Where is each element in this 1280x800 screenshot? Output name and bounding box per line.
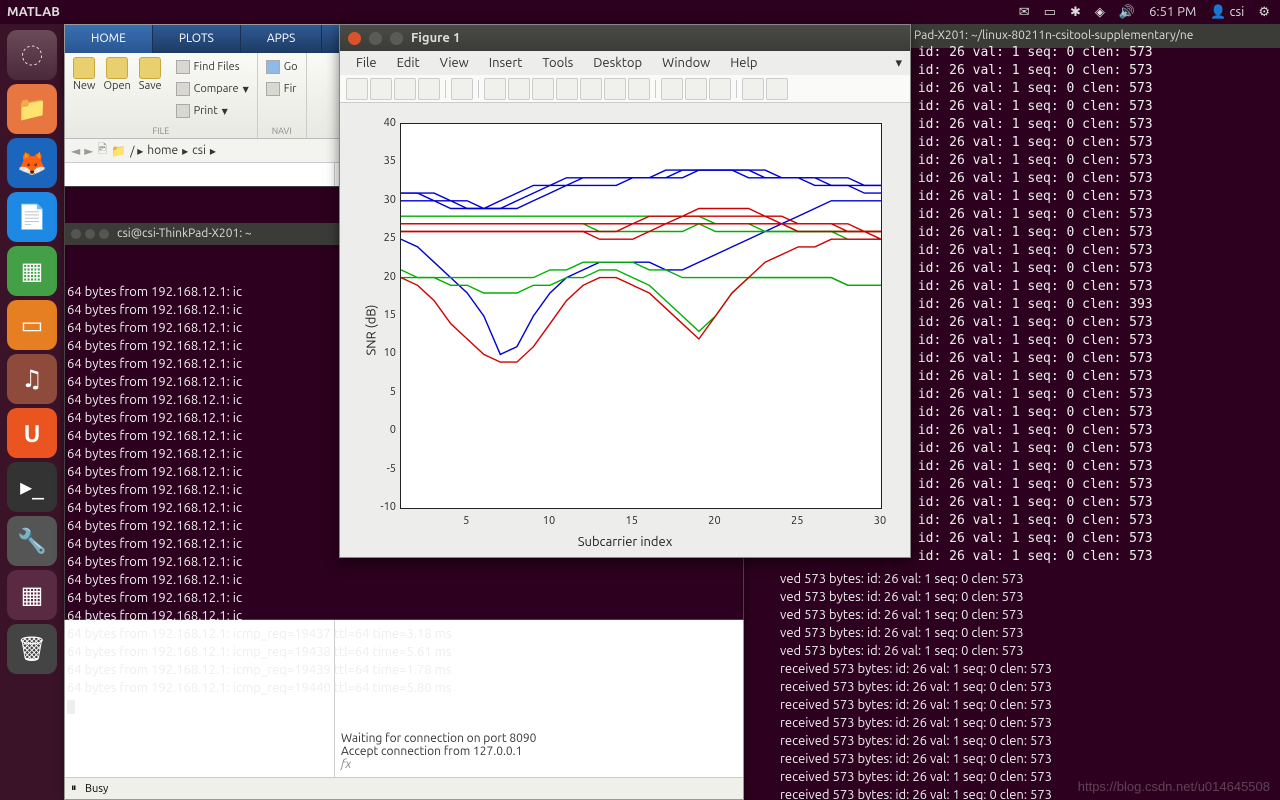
indicator-area: ✉ ▭ ✱ ◈ 🔊 6:51 PM 👤 csi ⚙: [1019, 5, 1280, 20]
path-csi[interactable]: csi: [192, 144, 206, 157]
busy-icon: ⏸: [71, 782, 85, 795]
terminal-title: csi@csi-ThinkPad-X201: ~: [117, 225, 252, 243]
menu-help[interactable]: Help: [722, 54, 765, 72]
path-sep: / ▸: [130, 144, 143, 158]
figure-window: Figure 1 File Edit View Insert Tools Des…: [339, 24, 911, 558]
mail-icon[interactable]: ✉: [1019, 5, 1030, 20]
network-icon[interactable]: ◈: [1095, 5, 1105, 20]
save-button[interactable]: Save: [139, 57, 162, 121]
menu-desktop[interactable]: Desktop: [585, 54, 650, 72]
close-icon[interactable]: [348, 32, 361, 45]
dash-icon[interactable]: ◌: [7, 30, 57, 80]
minimize-icon[interactable]: [369, 32, 382, 45]
tool-legend-icon[interactable]: [685, 78, 707, 100]
tool-pointer-icon[interactable]: [451, 78, 473, 100]
menu-window[interactable]: Window: [654, 54, 718, 72]
tool-link-icon[interactable]: [628, 78, 650, 100]
trash-icon[interactable]: 🗑: [7, 624, 57, 674]
clock[interactable]: 6:51 PM: [1149, 5, 1196, 19]
close-icon[interactable]: [71, 229, 81, 239]
figure-toolbar: [340, 75, 910, 103]
music-icon[interactable]: ♫: [7, 354, 57, 404]
tool-colorbar-icon[interactable]: [661, 78, 683, 100]
tool-zoomin-icon[interactable]: [484, 78, 506, 100]
unity-launcher: ◌ 📁 🦊 📄 ▦ ▭ ♫ U ▸_ ▲ 🔧 ▦ 🗑: [0, 24, 64, 800]
find-button[interactable]: Fir: [266, 79, 298, 99]
tool-open-icon[interactable]: [370, 78, 392, 100]
minimize-icon[interactable]: [85, 229, 95, 239]
calc-icon[interactable]: ▦: [7, 246, 57, 296]
terminal-icon[interactable]: ▸_: [7, 462, 57, 512]
tab-plots[interactable]: PLOTS: [153, 25, 241, 53]
bluetooth-icon[interactable]: ✱: [1070, 5, 1081, 20]
go-button[interactable]: Go: [266, 57, 298, 77]
sound-icon[interactable]: 🔊: [1119, 5, 1135, 20]
x-axis-label: Subcarrier index: [578, 535, 673, 549]
nav-forward-icon[interactable]: ►: [84, 144, 93, 158]
print-button[interactable]: Print▼: [176, 101, 249, 121]
menu-view[interactable]: View: [432, 54, 477, 72]
ubuntu-top-panel: MATLAB ✉ ▭ ✱ ◈ 🔊 6:51 PM 👤 csi ⚙: [0, 0, 1280, 24]
tool-zoomout-icon[interactable]: [508, 78, 530, 100]
menu-insert[interactable]: Insert: [481, 54, 531, 72]
plot-area: SNR (dB) Subcarrier index -10-5051015202…: [340, 103, 910, 557]
nav-up-icon[interactable]: 🖻: [97, 140, 107, 161]
compare-button[interactable]: Compare▼: [176, 79, 249, 99]
fx-prompt: fx: [341, 758, 737, 771]
menu-overflow-icon[interactable]: ▾: [895, 56, 902, 71]
path-home[interactable]: home: [147, 144, 178, 157]
maximize-icon[interactable]: [390, 32, 403, 45]
folder-icon: 📁: [111, 144, 126, 158]
battery-icon[interactable]: ▭: [1044, 5, 1056, 20]
figure-titlebar[interactable]: Figure 1: [340, 25, 910, 51]
new-button[interactable]: New: [73, 57, 95, 121]
maximize-icon[interactable]: [99, 229, 109, 239]
group-label-file: FILE: [73, 126, 249, 138]
firefox-icon[interactable]: 🦊: [7, 138, 57, 188]
files-icon[interactable]: 📁: [7, 84, 57, 134]
tab-home[interactable]: HOME: [65, 25, 153, 53]
menu-edit[interactable]: Edit: [389, 54, 428, 72]
plot-lines: [401, 124, 881, 508]
writer-icon[interactable]: 📄: [7, 192, 57, 242]
ribbon-group-navigate: Go Fir NAVI: [258, 53, 307, 138]
axes[interactable]: [400, 123, 882, 509]
status-text: Busy: [85, 783, 108, 795]
tool-brush-icon[interactable]: [604, 78, 626, 100]
tool-hide-icon[interactable]: [742, 78, 764, 100]
workspace-switcher-icon[interactable]: ▦: [7, 570, 57, 620]
tool-plottools-icon[interactable]: [709, 78, 731, 100]
watermark: https://blog.csdn.net/u014645508: [1078, 779, 1270, 794]
nav-back-icon[interactable]: ◄: [71, 144, 80, 158]
figure-menubar: File Edit View Insert Tools Desktop Wind…: [340, 51, 910, 75]
tool-show-icon[interactable]: [766, 78, 788, 100]
status-bar: ⏸ Busy: [65, 777, 743, 799]
app-title: MATLAB: [0, 5, 60, 19]
tool-rotate-icon[interactable]: [556, 78, 578, 100]
settings-icon[interactable]: 🔧: [7, 516, 57, 566]
ubuntu-software-icon[interactable]: U: [7, 408, 57, 458]
figure-title: Figure 1: [411, 31, 460, 45]
tool-datatip-icon[interactable]: [580, 78, 602, 100]
gear-icon[interactable]: ⚙: [1258, 5, 1270, 20]
tab-apps[interactable]: APPS: [241, 25, 322, 53]
open-button[interactable]: Open: [103, 57, 130, 121]
menu-tools[interactable]: Tools: [534, 54, 581, 72]
group-label-nav: NAVI: [266, 126, 298, 138]
tool-save-icon[interactable]: [394, 78, 416, 100]
menu-file[interactable]: File: [348, 54, 385, 72]
user-menu[interactable]: 👤 csi: [1210, 5, 1244, 20]
tool-new-icon[interactable]: [346, 78, 368, 100]
impress-icon[interactable]: ▭: [7, 300, 57, 350]
cmd-line: Accept connection from 127.0.0.1: [341, 745, 737, 758]
ribbon-group-file: New Open Save Find Files Compare▼ Print▼…: [65, 53, 258, 138]
tool-print-icon[interactable]: [418, 78, 440, 100]
tool-pan-icon[interactable]: [532, 78, 554, 100]
find-files-button[interactable]: Find Files: [176, 57, 249, 77]
terminal-output: id: 26 val: 1 seq: 0 clen: 573 id: 26 va…: [910, 24, 1280, 566]
